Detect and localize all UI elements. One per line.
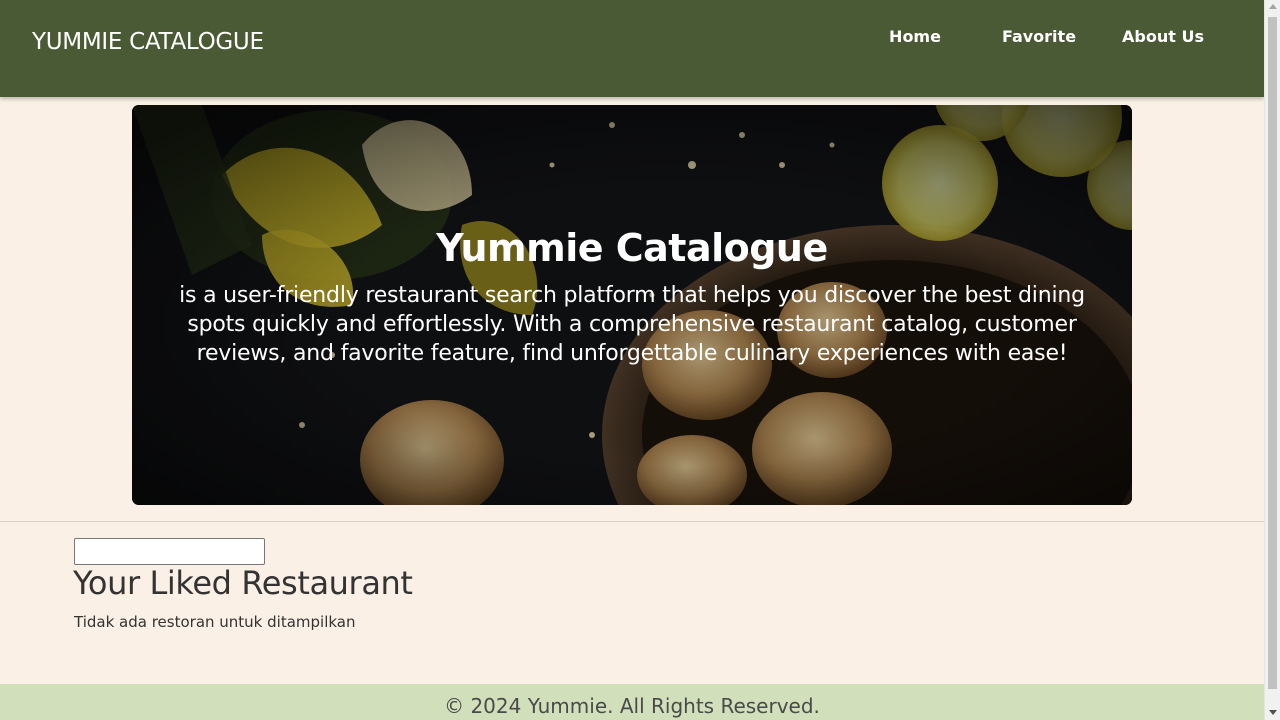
empty-state-message: Tidak ada restoran untuk ditampilkan — [74, 613, 356, 631]
section-divider — [0, 521, 1264, 522]
liked-restaurant-heading: Your Liked Restaurant — [73, 564, 413, 602]
footer-copyright: © 2024 Yummie. All Rights Reserved. — [444, 694, 820, 718]
footer: © 2024 Yummie. All Rights Reserved. — [0, 684, 1264, 720]
nav-about-link[interactable]: About Us — [1120, 27, 1206, 49]
hero-banner: Yummie Catalogue is a user-friendly rest… — [132, 105, 1132, 505]
scroll-down-arrow-icon[interactable] — [1269, 710, 1277, 715]
app-bar: YUMMIE CATALOGUE Home Favorite About Us — [0, 0, 1264, 97]
brand-title[interactable]: YUMMIE CATALOGUE — [32, 29, 264, 55]
hero-description: is a user-friendly restaurant search pla… — [179, 283, 1085, 366]
scroll-up-arrow-icon[interactable] — [1269, 4, 1277, 9]
page: YUMMIE CATALOGUE Home Favorite About Us — [0, 0, 1264, 720]
nav-home-link[interactable]: Home — [876, 27, 954, 49]
scrollbar-thumb[interactable] — [1268, 17, 1277, 689]
vertical-scrollbar[interactable] — [1264, 0, 1280, 720]
nav-favorite-link[interactable]: Favorite — [998, 27, 1080, 49]
search-input[interactable] — [74, 538, 265, 565]
hero-title: Yummie Catalogue — [436, 226, 828, 270]
